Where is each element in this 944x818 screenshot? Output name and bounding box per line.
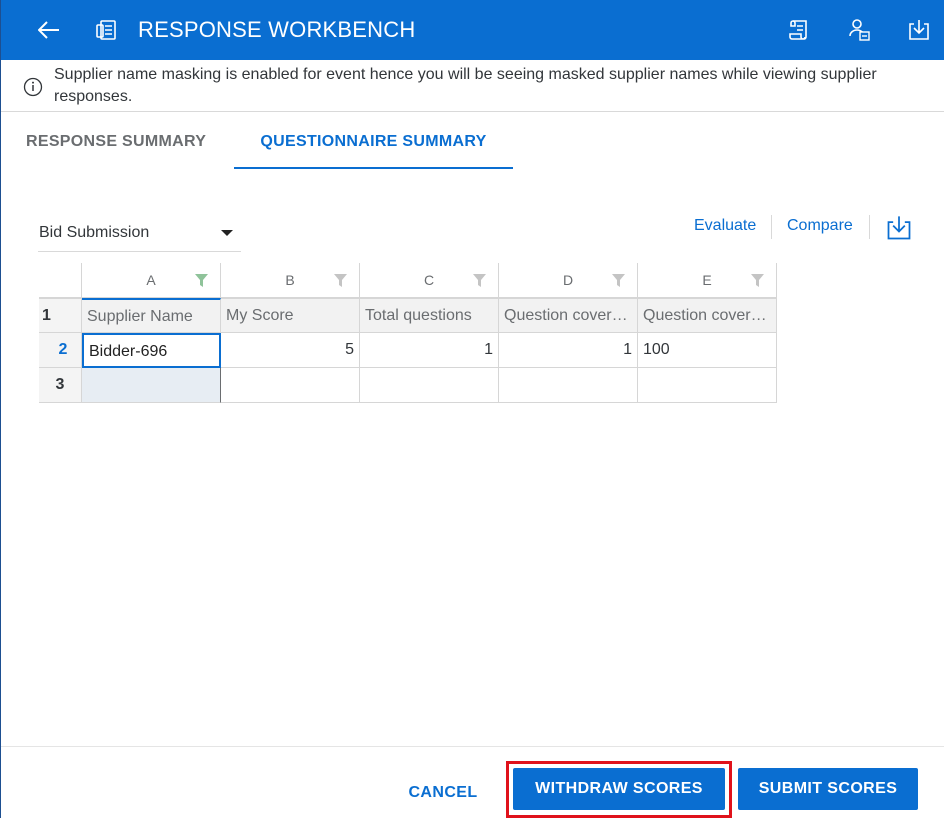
scroll-button[interactable] — [777, 0, 821, 60]
row-number[interactable]: 2 — [39, 333, 82, 368]
header-cell-my-score[interactable]: My Score — [221, 298, 360, 333]
column-header-b[interactable]: B — [221, 263, 360, 298]
bid-submission-select[interactable]: Bid Submission — [38, 214, 241, 252]
column-letter: E — [702, 272, 712, 288]
filter-icon[interactable] — [751, 274, 764, 287]
filter-icon[interactable] — [195, 274, 208, 287]
table-cell-empty[interactable] — [499, 368, 638, 403]
filter-icon[interactable] — [473, 274, 486, 287]
response-workbench-dialog: RESPONSE WORKBENCH Supplier name masking… — [0, 0, 944, 818]
header-cell-total-questions[interactable]: Total questions — [360, 298, 499, 333]
info-icon — [23, 77, 43, 97]
tab-response-summary[interactable]: RESPONSE SUMMARY — [26, 112, 206, 169]
download-icon — [887, 216, 911, 240]
table-cell-question-coverage-1[interactable]: 1 — [499, 333, 638, 368]
row-number[interactable]: 3 — [39, 368, 82, 403]
withdraw-scores-button[interactable]: WITHDRAW SCORES — [513, 768, 725, 810]
arrow-left-icon — [38, 21, 59, 39]
table-cell-empty[interactable] — [638, 368, 777, 403]
user-hierarchy-icon — [849, 19, 870, 41]
table-cell-empty[interactable] — [221, 368, 360, 403]
banner-message: Supplier name masking is enabled for eve… — [54, 66, 877, 105]
compare-link[interactable]: Compare — [787, 217, 853, 235]
filter-icon[interactable] — [612, 274, 625, 287]
table-cell-empty[interactable] — [82, 368, 221, 403]
column-header-a[interactable]: A — [82, 263, 221, 298]
table-cell-total-questions[interactable]: 1 — [360, 333, 499, 368]
column-header-d[interactable]: D — [499, 263, 638, 298]
table-cell-my-score[interactable]: 5 — [221, 333, 360, 368]
header-bar: RESPONSE WORKBENCH — [1, 0, 944, 60]
column-header-c[interactable]: C — [360, 263, 499, 298]
table-cell-empty[interactable] — [360, 368, 499, 403]
column-letter: C — [423, 272, 435, 288]
filter-icon[interactable] — [334, 274, 347, 287]
back-button[interactable] — [27, 0, 71, 60]
divider — [869, 215, 870, 239]
footer-bar: CANCEL WITHDRAW SCORES SUBMIT SCORES — [1, 746, 944, 818]
header-cell-question-coverage-1[interactable]: Question cover… — [499, 298, 638, 333]
column-letter: D — [562, 272, 574, 288]
page-title: RESPONSE WORKBENCH — [138, 17, 416, 42]
user-hierarchy-button[interactable] — [837, 0, 881, 60]
download-button[interactable] — [897, 0, 941, 60]
scroll-icon — [789, 20, 807, 40]
column-letter: A — [146, 272, 156, 288]
info-banner: Supplier name masking is enabled for eve… — [1, 60, 944, 112]
select-value: Bid Submission — [39, 224, 150, 241]
column-letter: B — [285, 272, 295, 288]
grid-download-button[interactable] — [885, 214, 913, 242]
corner-cell — [39, 263, 82, 298]
divider — [771, 215, 772, 239]
tab-questionnaire-summary[interactable]: QUESTIONNAIRE SUMMARY — [234, 112, 513, 169]
column-header-e[interactable]: E — [638, 263, 777, 298]
row-number[interactable]: 1 — [39, 298, 82, 333]
header-cell-supplier-name[interactable]: Supplier Name — [82, 298, 221, 333]
table-cell-supplier[interactable]: Bidder-696 — [82, 333, 221, 368]
evaluate-link[interactable]: Evaluate — [694, 217, 756, 235]
table-cell-question-coverage-2[interactable]: 100 — [638, 333, 777, 368]
document-icon — [96, 20, 116, 40]
download-icon — [909, 20, 929, 40]
header-cell-question-coverage-2[interactable]: Question cover… — [638, 298, 777, 333]
document-button — [85, 0, 129, 60]
caret-down-icon — [221, 230, 233, 236]
cancel-button[interactable]: CANCEL — [396, 777, 490, 809]
submit-scores-button[interactable]: SUBMIT SCORES — [738, 768, 918, 810]
